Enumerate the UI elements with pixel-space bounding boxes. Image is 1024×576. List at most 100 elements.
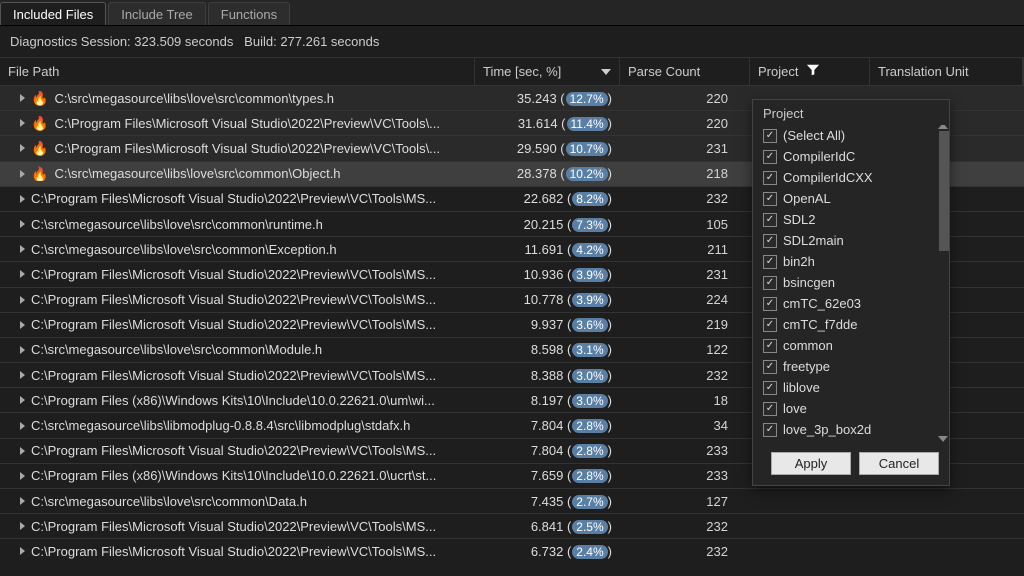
checkbox-icon[interactable]: [763, 213, 777, 227]
filter-item-label: OpenAL: [783, 191, 831, 206]
tab-include-tree[interactable]: Include Tree: [108, 2, 206, 25]
filter-item[interactable]: CompilerIdCXX: [763, 167, 943, 188]
checkbox-icon[interactable]: [763, 423, 777, 437]
filter-item[interactable]: CompilerIdC: [763, 146, 943, 167]
expand-icon[interactable]: [20, 195, 25, 203]
expand-icon[interactable]: [20, 119, 25, 127]
expand-icon[interactable]: [20, 144, 25, 152]
table-row[interactable]: C:\Program Files\Microsoft Visual Studio…: [0, 538, 1024, 563]
table-row[interactable]: C:\Program Files\Microsoft Visual Studio…: [0, 513, 1024, 538]
checkbox-icon[interactable]: [763, 129, 777, 143]
expand-icon[interactable]: [20, 547, 25, 555]
session-label: Diagnostics Session:: [10, 34, 131, 49]
parse-count-cell: 231: [620, 267, 750, 282]
scrollbar-thumb[interactable]: [939, 131, 949, 251]
parse-count-cell: 211: [620, 242, 750, 257]
filter-item[interactable]: SDL2: [763, 209, 943, 230]
file-path-text: C:\Program Files\Microsoft Visual Studio…: [54, 141, 440, 156]
expand-icon[interactable]: [20, 422, 25, 430]
expand-icon[interactable]: [20, 497, 25, 505]
session-value: 323.509 seconds: [134, 34, 233, 49]
cancel-button[interactable]: Cancel: [859, 452, 939, 475]
checkbox-icon[interactable]: [763, 339, 777, 353]
filter-item[interactable]: love_3p_box2d: [763, 419, 943, 440]
pct-badge: 8.2%: [572, 192, 607, 206]
checkbox-icon[interactable]: [763, 150, 777, 164]
filter-item-label: common: [783, 338, 833, 353]
filter-item[interactable]: common: [763, 335, 943, 356]
filter-buttons: Apply Cancel: [753, 444, 949, 485]
expand-icon[interactable]: [20, 346, 25, 354]
time-cell: 7.804 (2.8%): [475, 443, 620, 458]
filter-item-label: SDL2: [783, 212, 816, 227]
expand-icon[interactable]: [20, 270, 25, 278]
filter-item-label: cmTC_f7dde: [783, 317, 857, 332]
time-cell: 7.804 (2.8%): [475, 418, 620, 433]
build-label: Build:: [244, 34, 277, 49]
file-path-text: C:\src\megasource\libs\libmodplug-0.8.8.…: [31, 418, 410, 433]
expand-icon[interactable]: [20, 94, 25, 102]
expand-icon[interactable]: [20, 522, 25, 530]
checkbox-icon[interactable]: [763, 360, 777, 374]
filter-item[interactable]: liblove: [763, 377, 943, 398]
filter-item[interactable]: SDL2main: [763, 230, 943, 251]
status-bar: Diagnostics Session: 323.509 seconds Bui…: [0, 26, 1024, 57]
time-cell: 28.378 (10.2%): [475, 166, 620, 181]
checkbox-icon[interactable]: [763, 192, 777, 206]
checkbox-icon[interactable]: [763, 171, 777, 185]
expand-icon[interactable]: [20, 321, 25, 329]
apply-button[interactable]: Apply: [771, 452, 851, 475]
filter-icon[interactable]: [806, 63, 820, 80]
filter-item[interactable]: bin2h: [763, 251, 943, 272]
checkbox-icon[interactable]: [763, 381, 777, 395]
tab-functions[interactable]: Functions: [208, 2, 290, 25]
expand-icon[interactable]: [20, 220, 25, 228]
filter-item[interactable]: (Select All): [763, 125, 943, 146]
expand-icon[interactable]: [20, 170, 25, 178]
filter-item[interactable]: cmTC_62e03: [763, 293, 943, 314]
time-cell: 8.197 (3.0%): [475, 393, 620, 408]
expand-icon[interactable]: [20, 472, 25, 480]
parse-count-cell: 122: [620, 342, 750, 357]
filter-item-label: freetype: [783, 359, 830, 374]
checkbox-icon[interactable]: [763, 276, 777, 290]
expand-icon[interactable]: [20, 296, 25, 304]
filter-item-label: bin2h: [783, 254, 815, 269]
filter-item-label: liblove: [783, 380, 820, 395]
checkbox-icon[interactable]: [763, 297, 777, 311]
col-parse-count[interactable]: Parse Count: [620, 58, 750, 85]
expand-icon[interactable]: [20, 371, 25, 379]
filter-item[interactable]: bsincgen: [763, 272, 943, 293]
file-path-text: C:\Program Files\Microsoft Visual Studio…: [31, 292, 436, 307]
col-file-path[interactable]: File Path: [0, 58, 475, 85]
filter-item[interactable]: OpenAL: [763, 188, 943, 209]
checkbox-icon[interactable]: [763, 255, 777, 269]
checkbox-icon[interactable]: [763, 234, 777, 248]
col-time[interactable]: Time [sec, %]: [475, 58, 620, 85]
scroll-down-icon[interactable]: [938, 436, 948, 442]
checkbox-icon[interactable]: [763, 402, 777, 416]
col-translation-unit[interactable]: Translation Unit: [870, 58, 1023, 85]
parse-count-cell: 232: [620, 191, 750, 206]
parse-count-cell: 220: [620, 116, 750, 131]
filter-item[interactable]: cmTC_f7dde: [763, 314, 943, 335]
checkbox-icon[interactable]: [763, 318, 777, 332]
expand-icon[interactable]: [20, 447, 25, 455]
parse-count-cell: 18: [620, 393, 750, 408]
time-cell: 10.936 (3.9%): [475, 267, 620, 282]
col-time-label: Time [sec, %]: [483, 64, 561, 79]
filter-item[interactable]: love: [763, 398, 943, 419]
filter-item-label: love: [783, 401, 807, 416]
col-project[interactable]: Project: [750, 58, 870, 85]
parse-count-cell: 220: [620, 91, 750, 106]
table-row[interactable]: C:\src\megasource\libs\love\src\common\D…: [0, 488, 1024, 513]
pct-badge: 4.2%: [572, 243, 607, 257]
file-path-text: C:\Program Files\Microsoft Visual Studio…: [31, 191, 436, 206]
expand-icon[interactable]: [20, 245, 25, 253]
tab-included-files[interactable]: Included Files: [0, 2, 106, 25]
expand-icon[interactable]: [20, 396, 25, 404]
time-cell: 22.682 (8.2%): [475, 191, 620, 206]
hot-icon: 🔥: [31, 141, 48, 155]
scroll-up-icon[interactable]: [938, 125, 948, 129]
filter-item[interactable]: freetype: [763, 356, 943, 377]
